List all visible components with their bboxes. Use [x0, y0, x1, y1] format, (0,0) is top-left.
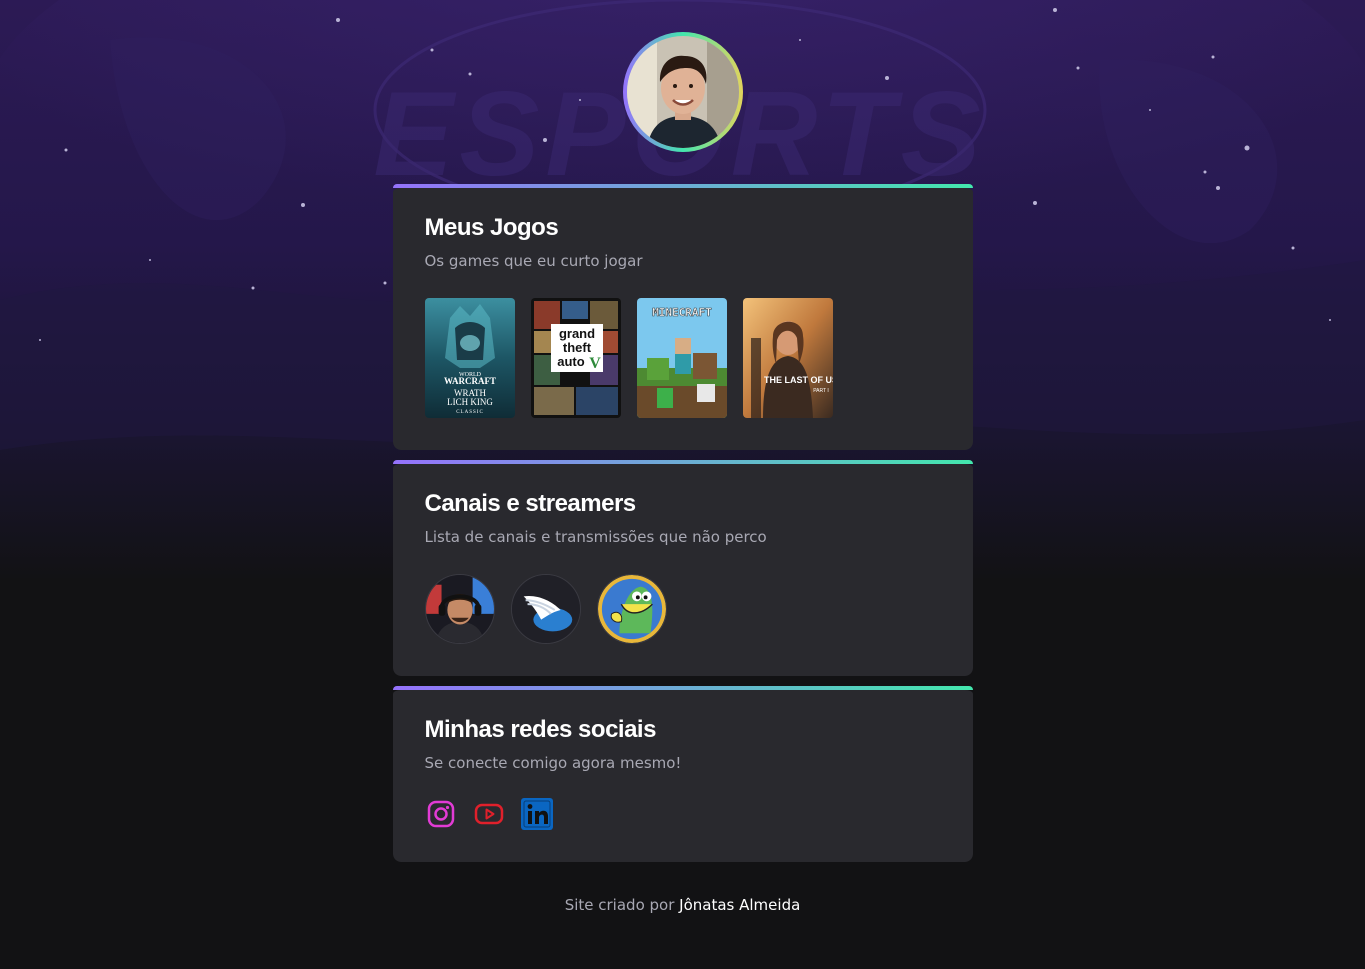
- monster-logo-icon: [597, 575, 666, 643]
- game-cover-minecraft[interactable]: MINECRAFT: [636, 298, 727, 418]
- footer-prefix: Site criado por: [564, 896, 675, 914]
- game-cover-tlou[interactable]: THE LAST OF US PART I: [742, 298, 833, 418]
- streamers-card: Canais e streamers Lista de canais e tra…: [392, 460, 973, 676]
- footer: Site criado por Jônatas Almeida: [393, 896, 973, 914]
- gta-cover-text-3: auto: [557, 354, 585, 369]
- game-cover-wow[interactable]: WORLD WARCRAFT WRATH LICH KING CLASSIC: [424, 298, 515, 418]
- social-card: Minhas redes sociais Se conecte comigo a…: [392, 686, 973, 862]
- wow-cover-image: WORLD WARCRAFT WRATH LICH KING CLASSIC: [424, 298, 515, 418]
- wow-cover-text-4: LICH KING: [447, 397, 493, 407]
- tlou-cover-text-1: THE LAST OF US: [764, 375, 833, 385]
- profile-photo: [626, 36, 739, 148]
- linkedin-link[interactable]: [520, 798, 553, 830]
- gta-cover-image: grand theft auto V: [530, 298, 621, 418]
- streamer-avatar-2[interactable]: [510, 574, 581, 644]
- games-list: WORLD WARCRAFT WRATH LICH KING CLASSIC g…: [424, 298, 941, 418]
- social-card-subtitle: Se conecte comigo agora mesmo!: [424, 754, 682, 772]
- minecraft-cover-image: MINECRAFT: [636, 298, 727, 418]
- gta-cover-text-4: V: [589, 355, 601, 372]
- streamers-list: [424, 574, 941, 644]
- minecraft-cover-text: MINECRAFT: [652, 306, 712, 319]
- wing-logo-icon: [511, 575, 580, 643]
- games-card-subtitle: Os games que eu curto jogar: [424, 252, 643, 270]
- youtube-link[interactable]: [473, 798, 505, 830]
- streamer-avatar-3[interactable]: [596, 574, 667, 644]
- youtube-icon: [474, 803, 503, 825]
- linkedin-icon: [520, 798, 553, 830]
- instagram-icon: [427, 800, 454, 828]
- instagram-link[interactable]: [425, 798, 457, 830]
- social-card-title: Minhas redes sociais: [424, 716, 657, 743]
- streamers-card-subtitle: Lista de canais e transmissões que não p…: [424, 528, 767, 546]
- avatar: [622, 32, 743, 152]
- gta-cover-text-2: theft: [562, 340, 591, 355]
- streamer-avatar-1[interactable]: [424, 574, 495, 644]
- wow-cover-text-5: CLASSIC: [456, 410, 484, 415]
- page-container: Meus Jogos Os games que eu curto jogar W…: [392, 0, 973, 914]
- tlou-cover-image: THE LAST OF US PART I: [742, 298, 833, 418]
- game-cover-gta[interactable]: grand theft auto V: [530, 298, 621, 418]
- tlou-cover-text-2: PART I: [813, 388, 829, 394]
- streamer-photo-1: [425, 575, 494, 643]
- social-links: [425, 798, 941, 830]
- gta-cover-text-1: grand: [558, 326, 594, 341]
- footer-author-link[interactable]: Jônatas Almeida: [679, 896, 800, 914]
- games-card-title: Meus Jogos: [424, 214, 559, 241]
- games-card: Meus Jogos Os games que eu curto jogar W…: [392, 184, 973, 450]
- wow-cover-text-2: WARCRAFT: [443, 376, 495, 386]
- streamers-card-title: Canais e streamers: [424, 490, 637, 517]
